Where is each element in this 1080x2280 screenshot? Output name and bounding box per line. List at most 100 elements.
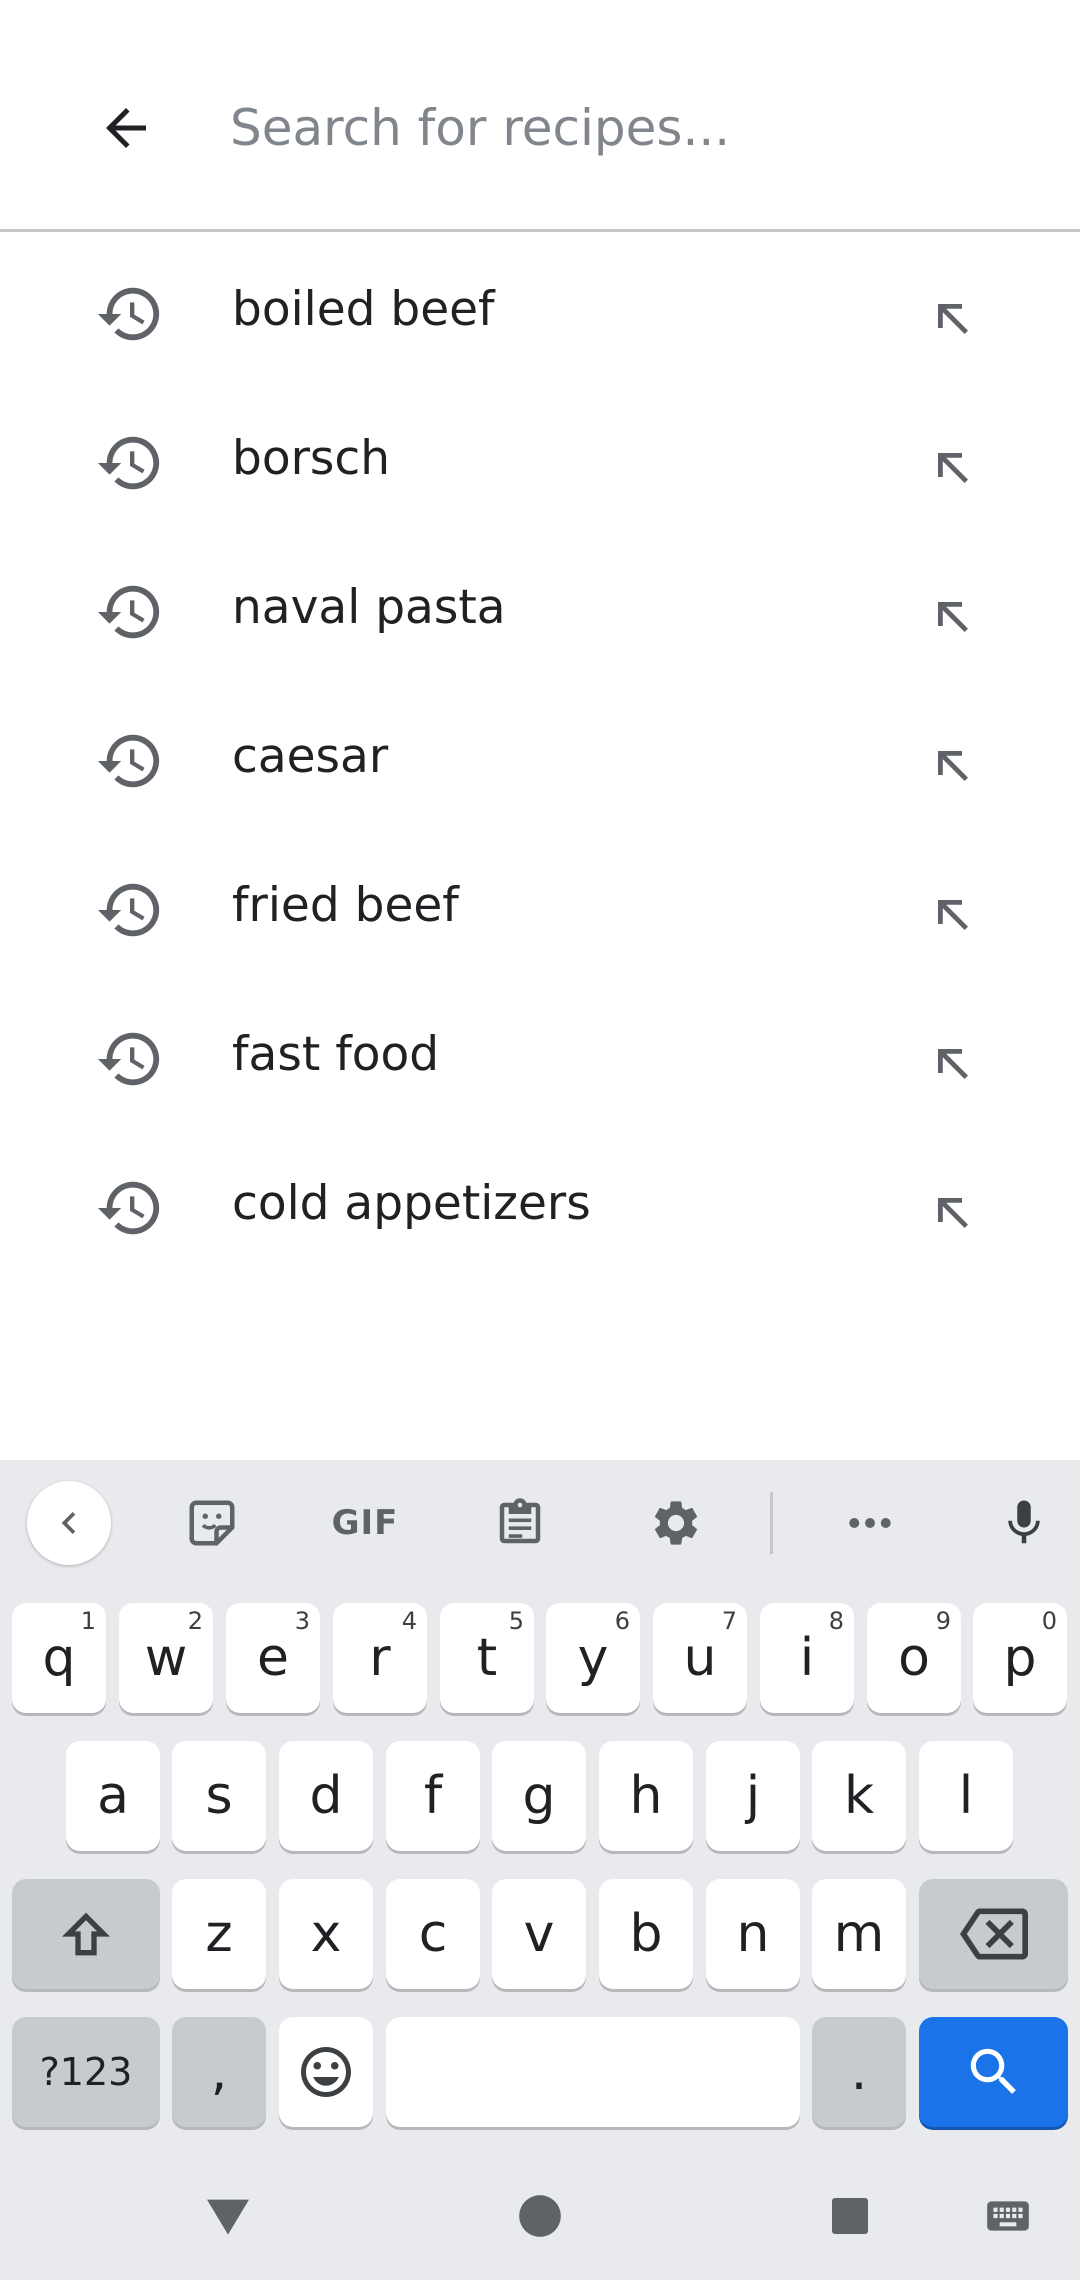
fill-query-button[interactable] <box>912 278 992 358</box>
history-item-label: naval pasta <box>232 580 506 635</box>
key-label: y <box>577 1628 609 1688</box>
symbols-key[interactable]: ?123 <box>12 2017 160 2127</box>
fill-query-button[interactable] <box>912 576 992 656</box>
key-label: p <box>1003 1628 1037 1688</box>
key-f[interactable]: f <box>386 1741 480 1851</box>
key-o[interactable]: o9 <box>867 1603 961 1713</box>
comma-key[interactable]: , <box>172 2017 266 2127</box>
history-item[interactable]: borsch <box>0 384 1080 533</box>
gear-icon <box>654 1501 698 1545</box>
key-t[interactable]: t5 <box>440 1603 534 1713</box>
key-s[interactable]: s <box>172 1741 266 1851</box>
history-item[interactable]: caesar <box>0 682 1080 831</box>
backspace-icon <box>959 1908 1028 1960</box>
search-input[interactable] <box>230 80 1010 176</box>
key-e[interactable]: e3 <box>226 1603 320 1713</box>
sticker-button[interactable] <box>172 1482 252 1564</box>
keyboard-switch-button[interactable] <box>968 2176 1048 2256</box>
history-item[interactable]: fried beef <box>0 831 1080 980</box>
key-n[interactable]: n <box>706 1879 800 1989</box>
clipboard-button[interactable] <box>480 1482 560 1564</box>
shift-key[interactable] <box>12 1879 160 1989</box>
nav-home-button[interactable] <box>500 2176 580 2256</box>
key-k[interactable]: k <box>812 1741 906 1851</box>
key-label: o <box>898 1628 930 1688</box>
key-hint: 5 <box>508 1607 524 1635</box>
key-a[interactable]: a <box>66 1741 160 1851</box>
arrow-up-left-icon <box>938 602 968 632</box>
keyboard-toolbar: GIF <box>0 1460 1080 1585</box>
history-item-label: cold appetizers <box>232 1176 591 1231</box>
key-j[interactable]: j <box>706 1741 800 1851</box>
history-icon <box>97 883 160 937</box>
key-y[interactable]: y6 <box>546 1603 640 1713</box>
emoji-icon <box>301 2047 351 2097</box>
arrow-up-left-icon <box>938 304 968 334</box>
key-v[interactable]: v <box>492 1879 586 1989</box>
key-label: l <box>958 1766 974 1826</box>
backspace-key[interactable] <box>919 1879 1068 1989</box>
key-label: h <box>629 1766 663 1826</box>
key-b[interactable]: b <box>599 1879 693 1989</box>
emoji-key[interactable] <box>279 2017 373 2127</box>
history-item-label: borsch <box>232 431 391 486</box>
key-label: k <box>843 1766 875 1826</box>
key-hint: 4 <box>401 1607 417 1635</box>
history-item[interactable]: cold appetizers <box>0 1129 1080 1278</box>
key-l[interactable]: l <box>919 1741 1013 1851</box>
key-h[interactable]: h <box>599 1741 693 1851</box>
key-p[interactable]: p0 <box>973 1603 1067 1713</box>
key-m[interactable]: m <box>812 1879 906 1989</box>
more-button[interactable] <box>830 1482 910 1564</box>
key-d[interactable]: d <box>279 1741 373 1851</box>
key-label: e <box>257 1628 289 1688</box>
key-x[interactable]: x <box>279 1879 373 1989</box>
fill-query-button[interactable] <box>912 1172 992 1252</box>
key-label: q <box>42 1628 76 1688</box>
circle-icon <box>519 2195 561 2237</box>
key-c[interactable]: c <box>386 1879 480 1989</box>
history-item[interactable]: naval pasta <box>0 533 1080 682</box>
key-z[interactable]: z <box>172 1879 266 1989</box>
search-key[interactable] <box>919 2017 1068 2127</box>
key-hint: 3 <box>294 1607 310 1635</box>
arrow-up-left-icon <box>938 1198 968 1228</box>
nav-back-button[interactable] <box>188 2176 268 2256</box>
more-horizontal-icon <box>849 1518 891 1528</box>
key-i[interactable]: i8 <box>760 1603 854 1713</box>
search-icon <box>970 2048 1016 2094</box>
history-item[interactable]: boiled beef <box>0 235 1080 384</box>
search-bar <box>0 0 1080 232</box>
key-hint: 9 <box>935 1607 951 1635</box>
fill-query-button[interactable] <box>912 1023 992 1103</box>
key-w[interactable]: w2 <box>119 1603 213 1713</box>
fill-query-button[interactable] <box>912 874 992 954</box>
key-r[interactable]: r4 <box>333 1603 427 1713</box>
microphone-icon <box>1008 1500 1040 1544</box>
fill-query-button[interactable] <box>912 427 992 507</box>
space-key[interactable] <box>386 2017 800 2127</box>
history-item-label: fried beef <box>232 878 459 933</box>
toolbar-divider <box>770 1492 773 1554</box>
toolbar-collapse-button[interactable] <box>27 1481 111 1565</box>
settings-button[interactable] <box>636 1482 716 1564</box>
key-q[interactable]: q1 <box>12 1603 106 1713</box>
nav-recents-button[interactable] <box>810 2176 890 2256</box>
arrow-back-icon <box>106 108 146 148</box>
fill-query-button[interactable] <box>912 725 992 805</box>
history-item[interactable]: fast food <box>0 980 1080 1129</box>
back-button[interactable] <box>76 78 176 178</box>
arrow-up-left-icon <box>938 1049 968 1079</box>
voice-input-button[interactable] <box>984 1482 1064 1564</box>
key-label: a <box>97 1766 129 1826</box>
period-key[interactable]: . <box>812 2017 906 2127</box>
key-label: m <box>833 1904 885 1964</box>
key-label: d <box>309 1766 343 1826</box>
key-label: f <box>423 1766 443 1826</box>
key-label: x <box>310 1904 342 1964</box>
key-g[interactable]: g <box>492 1741 586 1851</box>
key-label: . <box>850 2042 868 2102</box>
key-u[interactable]: u7 <box>653 1603 747 1713</box>
history-icon <box>97 287 160 341</box>
gif-button[interactable]: GIF <box>320 1482 410 1564</box>
